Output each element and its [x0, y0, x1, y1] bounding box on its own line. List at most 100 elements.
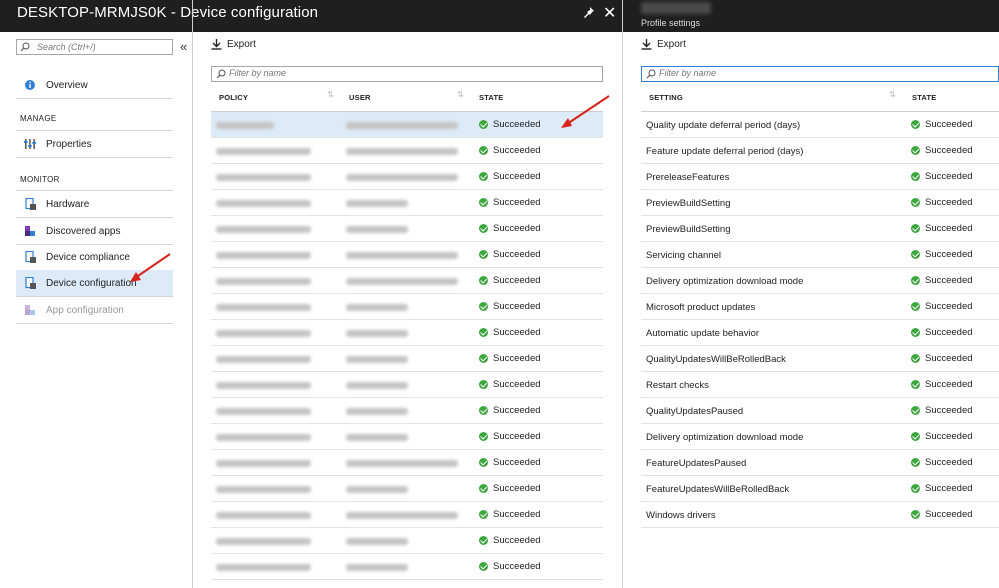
table-row[interactable]: Servicing channel Succeeded: [641, 242, 999, 268]
export-label: Export: [227, 39, 256, 50]
redacted-policy-name: [216, 278, 311, 285]
nav-item-label: App configuration: [46, 304, 124, 316]
sort-icon[interactable]: ⇅: [457, 90, 464, 99]
success-check-icon: [479, 432, 488, 441]
nav-item-overview[interactable]: Overview: [16, 72, 173, 99]
redacted-policy-name: [216, 408, 311, 415]
state-cell: Succeeded: [479, 145, 541, 156]
table-row[interactable]: Succeeded: [211, 294, 603, 320]
table-row[interactable]: FeatureUpdatesPaused Succeeded: [641, 450, 999, 476]
table-row[interactable]: Succeeded: [211, 216, 603, 242]
redacted-user-name: [346, 512, 458, 519]
table-row[interactable]: Succeeded: [211, 164, 603, 190]
redacted-user-name: [346, 538, 408, 545]
nav-item-device-configuration[interactable]: Device configuration: [16, 270, 173, 297]
setting-name: Servicing channel: [646, 250, 721, 261]
state-text: Succeeded: [493, 145, 541, 156]
nav-item-app-configuration[interactable]: App configuration: [16, 297, 173, 324]
table-row[interactable]: Succeeded: [211, 554, 603, 580]
state-cell: Succeeded: [479, 223, 541, 234]
profile-settings-blade: Export SETTING ⇅ STATE Quality update de…: [623, 32, 999, 588]
table-row[interactable]: Windows drivers Succeeded: [641, 502, 999, 528]
state-cell: Succeeded: [479, 353, 541, 364]
filter-input[interactable]: [229, 68, 429, 78]
setting-name: Delivery optimization download mode: [646, 432, 804, 443]
table-row[interactable]: Succeeded: [211, 450, 603, 476]
success-check-icon: [479, 380, 488, 389]
search-input[interactable]: [37, 41, 167, 53]
table-row[interactable]: Succeeded: [211, 190, 603, 216]
nav-search[interactable]: [16, 39, 173, 55]
policy-filter[interactable]: [211, 66, 603, 82]
state-cell: Succeeded: [479, 327, 541, 338]
redacted-policy-name: [216, 148, 311, 155]
column-header-state[interactable]: STATE: [479, 93, 503, 102]
setting-name: QualityUpdatesPaused: [646, 406, 744, 417]
setting-name: PreviewBuildSetting: [646, 224, 731, 235]
state-cell: Succeeded: [911, 405, 973, 416]
pin-icon[interactable]: [583, 6, 595, 22]
table-row[interactable]: Succeeded: [211, 476, 603, 502]
table-row[interactable]: Succeeded: [211, 528, 603, 554]
sort-icon[interactable]: ⇅: [889, 90, 896, 99]
nav-item-device-compliance[interactable]: Device compliance: [16, 244, 173, 271]
state-cell: Succeeded: [479, 561, 541, 572]
state-cell: Succeeded: [479, 249, 541, 260]
redacted-user-name: [346, 252, 458, 259]
column-header-state[interactable]: STATE: [912, 93, 936, 102]
redacted-policy-name: [216, 538, 311, 545]
table-row[interactable]: Succeeded: [211, 112, 603, 138]
table-row[interactable]: PrereleaseFeatures Succeeded: [641, 164, 999, 190]
column-header-setting[interactable]: SETTING: [649, 93, 683, 102]
export-button[interactable]: Export: [641, 39, 686, 50]
export-button[interactable]: Export: [211, 39, 256, 50]
table-row[interactable]: Succeeded: [211, 138, 603, 164]
success-check-icon: [479, 484, 488, 493]
table-row[interactable]: FeatureUpdatesWillBeRolledBack Succeeded: [641, 476, 999, 502]
blade-title: DESKTOP-MRMJS0K - Device configuration: [17, 4, 319, 21]
table-row[interactable]: Succeeded: [211, 372, 603, 398]
table-row[interactable]: Succeeded: [211, 268, 603, 294]
table-row[interactable]: Microsoft product updates Succeeded: [641, 294, 999, 320]
redacted-policy-name: [216, 252, 311, 259]
redacted-user-name: [346, 122, 458, 129]
success-check-icon: [479, 146, 488, 155]
table-row[interactable]: PreviewBuildSetting Succeeded: [641, 216, 999, 242]
filter-input[interactable]: [659, 68, 859, 78]
redacted-user-name: [346, 434, 408, 441]
table-row[interactable]: Succeeded: [211, 320, 603, 346]
side-nav: « Overview MANAGE Properties MONITOR Har…: [0, 32, 192, 588]
table-row[interactable]: QualityUpdatesWillBeRolledBack Succeeded: [641, 346, 999, 372]
state-cell: Succeeded: [911, 327, 973, 338]
nav-item-discovered-apps[interactable]: Discovered apps: [16, 218, 173, 245]
table-row[interactable]: Restart checks Succeeded: [641, 372, 999, 398]
close-icon[interactable]: ✕: [603, 3, 616, 23]
state-text: Succeeded: [493, 405, 541, 416]
table-row[interactable]: QualityUpdatesPaused Succeeded: [641, 398, 999, 424]
nav-item-properties[interactable]: Properties: [16, 131, 173, 158]
table-row[interactable]: Delivery optimization download mode Succe…: [641, 268, 999, 294]
nav-item-hardware[interactable]: Hardware: [16, 191, 173, 218]
nav-item-label: Properties: [46, 138, 92, 150]
table-row[interactable]: Succeeded: [211, 242, 603, 268]
download-icon: [211, 39, 222, 50]
table-row[interactable]: Succeeded: [211, 502, 603, 528]
table-row[interactable]: PreviewBuildSetting Succeeded: [641, 190, 999, 216]
state-cell: Succeeded: [479, 119, 541, 130]
state-text: Succeeded: [925, 431, 973, 442]
sort-icon[interactable]: ⇅: [327, 90, 334, 99]
double-chevron-left-icon[interactable]: «: [180, 39, 187, 54]
table-row[interactable]: Quality update deferral period (days) Suc…: [641, 112, 999, 138]
column-header-user[interactable]: USER: [349, 93, 371, 102]
table-row[interactable]: Automatic update behavior Succeeded: [641, 320, 999, 346]
setting-name: PrereleaseFeatures: [646, 172, 730, 183]
column-header-policy[interactable]: POLICY: [219, 93, 248, 102]
table-row[interactable]: Succeeded: [211, 424, 603, 450]
nav-item-label: Overview: [46, 79, 88, 91]
table-row[interactable]: Succeeded: [211, 346, 603, 372]
table-row[interactable]: Feature update deferral period (days) Suc…: [641, 138, 999, 164]
table-row[interactable]: Delivery optimization download mode Succe…: [641, 424, 999, 450]
settings-filter[interactable]: [641, 66, 999, 82]
success-check-icon: [911, 146, 920, 155]
table-row[interactable]: Succeeded: [211, 398, 603, 424]
